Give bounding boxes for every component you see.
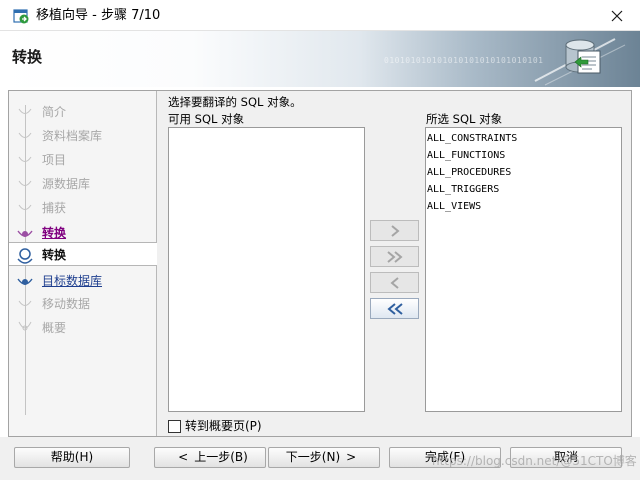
next-button[interactable]: 下一步(N) > (268, 447, 380, 468)
move-all-right-button[interactable] (370, 246, 419, 267)
banner-title: 转换 (12, 48, 43, 66)
step-source-database: 源数据库 (9, 172, 157, 196)
step-end-icon (18, 321, 32, 331)
move-selected-left-button[interactable] (370, 272, 419, 293)
close-icon (611, 10, 623, 21)
step-introduction: 简介 (9, 100, 157, 124)
instruction-text: 选择要翻译的 SQL 对象。 (168, 95, 302, 109)
wizard-banner: 转换 010101010101010101010101010101 (0, 31, 640, 87)
selected-objects-list[interactable]: ALL_CONSTRAINTS ALL_FUNCTIONS ALL_PROCED… (425, 127, 622, 412)
step-label: 源数据库 (42, 177, 91, 191)
wizard-steps-nav: 简介 资料档案库 项目 源数据库 捕获 转换 转换 目标数据库 移动数据 概要 (9, 91, 157, 436)
double-chevron-right-icon (386, 250, 403, 263)
selected-objects-label: 所选 SQL 对象 (426, 112, 503, 126)
chevron-left-icon (389, 276, 399, 289)
step-current-icon (17, 248, 33, 264)
step-label: 捕获 (42, 201, 67, 215)
step-label: 移动数据 (42, 297, 91, 311)
step-node-icon (18, 300, 32, 306)
list-item[interactable]: ALL_VIEWS (426, 198, 621, 215)
back-button-label: 上一步(B) (194, 450, 248, 464)
step-label: 简介 (42, 105, 67, 119)
chevron-right-icon (390, 224, 400, 237)
step-node-icon (18, 108, 32, 114)
step-summary: 概要 (9, 316, 157, 340)
next-button-label: 下一步(N) (285, 450, 341, 464)
list-item[interactable]: ALL_CONSTRAINTS (426, 130, 621, 147)
step-label[interactable]: 目标数据库 (42, 274, 102, 288)
help-button[interactable]: 帮助(H) (14, 447, 130, 468)
step-label[interactable]: 转换 (42, 226, 66, 240)
step-node-icon (18, 132, 32, 138)
database-migration-graphic (534, 38, 626, 86)
available-objects-list[interactable] (168, 127, 365, 412)
step-translate-current: 转换 (9, 242, 157, 266)
cancel-button[interactable]: 取消 (510, 447, 622, 468)
back-button[interactable]: < 上一步(B) (154, 447, 266, 468)
move-selected-right-button[interactable] (370, 220, 419, 241)
step-capture: 捕获 (9, 196, 157, 220)
double-chevron-left-icon (386, 302, 403, 315)
back-arrow-icon: < (178, 450, 189, 464)
list-item[interactable]: ALL_FUNCTIONS (426, 147, 621, 164)
step-node-icon (18, 204, 32, 210)
window-title: 移植向导 - 步骤 7/10 (36, 8, 161, 23)
step-label: 资料档案库 (42, 129, 103, 143)
step-repository: 资料档案库 (9, 124, 157, 148)
finish-button[interactable]: 完成(F) (389, 447, 501, 468)
step-target-database[interactable]: 目标数据库 (9, 269, 157, 293)
step-label: 概要 (42, 321, 67, 335)
step-visited-icon (17, 230, 33, 237)
step-label: 转换 (42, 248, 67, 262)
migration-wizard-icon (13, 9, 29, 24)
move-all-left-button[interactable] (370, 298, 419, 319)
go-to-summary-label: 转到概要页(P) (185, 419, 262, 433)
step-node-icon (18, 180, 32, 186)
step-move-data: 移动数据 (9, 292, 157, 316)
title-bar: 移植向导 - 步骤 7/10 (0, 0, 640, 31)
go-to-summary-checkbox[interactable] (168, 419, 181, 433)
step-label: 项目 (42, 153, 67, 167)
step-node-icon (18, 156, 32, 162)
next-arrow-icon: > (346, 450, 357, 464)
close-button[interactable] (594, 0, 640, 31)
list-item[interactable]: ALL_PROCEDURES (426, 164, 621, 181)
step-link-icon (17, 278, 33, 285)
available-objects-label: 可用 SQL 对象 (168, 112, 245, 126)
step-project: 项目 (9, 148, 157, 172)
list-item[interactable]: ALL_TRIGGERS (426, 181, 621, 198)
go-to-summary-checkbox-row[interactable]: 转到概要页(P) (168, 418, 262, 434)
